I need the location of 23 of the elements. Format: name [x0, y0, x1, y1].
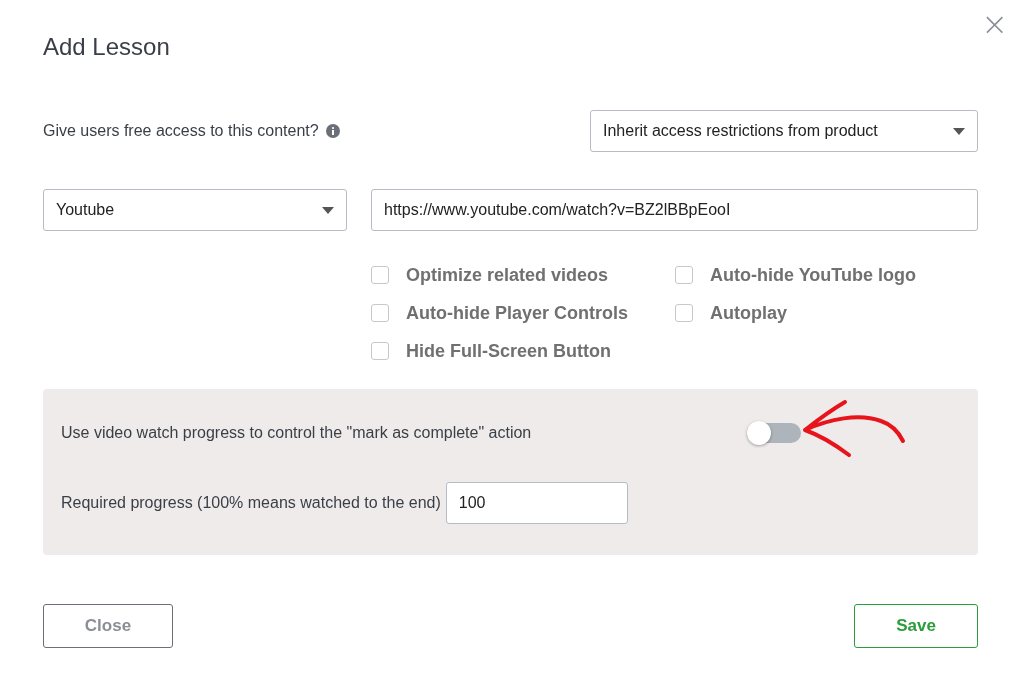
required-progress-label: Required progress (100% means watched to the end): [61, 494, 441, 512]
required-progress-field[interactable]: 100: [445, 482, 628, 524]
checkbox-label: Hide Full-Screen Button: [406, 340, 611, 362]
checkbox[interactable]: [675, 304, 693, 322]
dialog-title: Add Lesson: [43, 33, 170, 61]
checkbox-label: Auto-hide YouTube logo: [710, 264, 916, 286]
checkbox-label: Auto-hide Player Controls: [406, 302, 629, 324]
access-select[interactable]: Inherit access restrictions from product: [590, 110, 978, 152]
toggle-switch[interactable]: [747, 423, 801, 443]
access-question: Give users free access to this content?: [43, 122, 319, 140]
save-button[interactable]: Save: [854, 604, 978, 648]
checkbox[interactable]: [371, 266, 389, 284]
caret-icon: [953, 127, 965, 135]
info-icon: [325, 124, 340, 138]
checkbox[interactable]: [371, 342, 389, 360]
source-select[interactable]: Youtube: [43, 189, 347, 231]
url-field[interactable]: https://www.youtube.com/watch?v=BZ2lBBpEooI: [371, 189, 978, 231]
checkbox[interactable]: [371, 304, 389, 322]
checkbox-label: Optimize related videos: [406, 264, 609, 286]
toggle-label: Use video watch progress to control the "mark as complete" action: [61, 424, 532, 442]
checkbox[interactable]: [675, 266, 693, 284]
caret-icon: [322, 206, 334, 214]
checkbox-label: Autoplay: [710, 302, 787, 324]
